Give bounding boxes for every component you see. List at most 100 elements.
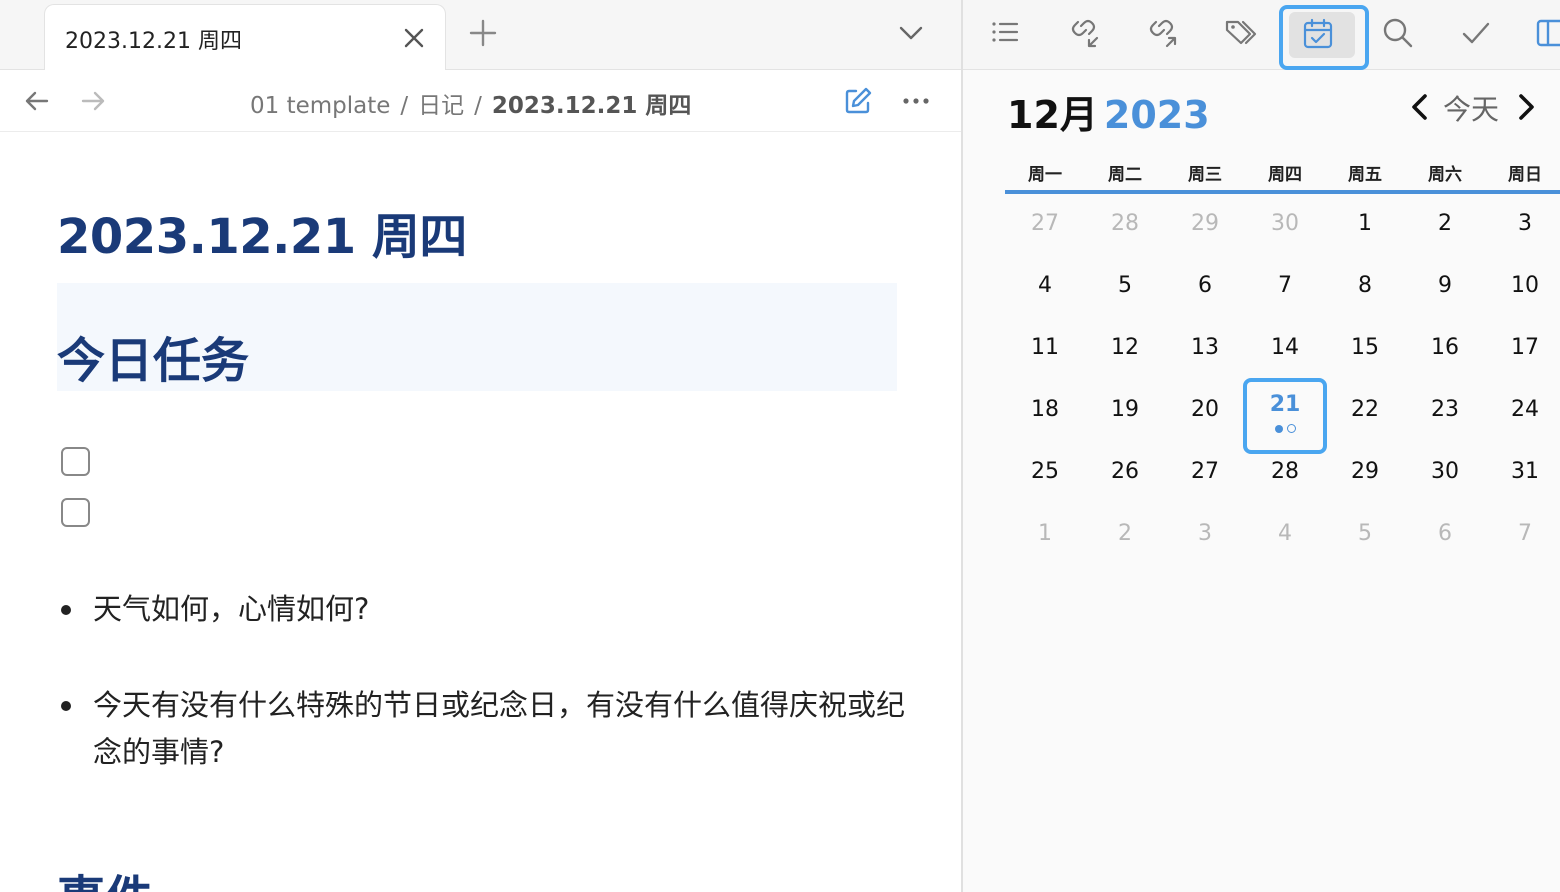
breadcrumb-current[interactable]: 2023.12.21 周四 [492,93,692,119]
weekday-label: 周日 [1508,165,1542,185]
day-number: 29 [1351,459,1379,484]
day-number: 2 [1118,521,1132,546]
sidebar-toggle-icon[interactable] [1529,10,1560,54]
forward-arrow-icon[interactable] [78,86,108,116]
task-checkbox[interactable] [61,498,90,527]
calendar-day[interactable]: 12 [1085,318,1165,380]
list-icon[interactable] [983,10,1027,54]
section-heading: 今日任务 [57,333,250,389]
calendar-day[interactable]: 7 [1485,504,1560,566]
breadcrumb-item-diary[interactable]: 日记 [418,93,464,119]
chevron-left-icon[interactable] [1405,90,1435,124]
chevron-down-icon[interactable] [896,18,926,48]
calendar-day[interactable]: 19 [1085,380,1165,442]
calendar-day[interactable]: 11 [1005,318,1085,380]
calendar-day[interactable]: 8 [1325,256,1405,318]
edit-mode-icon[interactable] [842,85,874,117]
calendar-month: 12月 [1007,93,1098,137]
calendar-day[interactable]: 10 [1485,256,1560,318]
day-number: 5 [1118,273,1132,298]
calendar-day[interactable]: 23 [1405,380,1485,442]
calendar-day[interactable]: 20 [1165,380,1245,442]
day-number: 27 [1031,211,1059,236]
day-number: 26 [1111,459,1139,484]
chevron-right-icon[interactable] [1511,90,1541,124]
more-options-icon[interactable] [900,85,932,117]
backlink-icon[interactable] [1061,10,1105,54]
calendar-icon[interactable] [1301,17,1335,51]
new-tab-icon[interactable] [466,16,500,50]
calendar-day[interactable]: 4 [1245,504,1325,566]
calendar-header: 12月 2023 [1007,84,1210,139]
next-section-heading[interactable]: 事件 [57,859,153,892]
calendar-day[interactable]: 27 [1005,194,1085,256]
outgoing-link-icon[interactable] [1139,10,1183,54]
calendar-day[interactable]: 9 [1405,256,1485,318]
tab-active[interactable]: 2023.12.21 周四 [44,4,446,71]
calendar-day[interactable]: 5 [1085,256,1165,318]
bullet-dot [61,605,71,615]
close-icon[interactable] [401,25,427,51]
day-number: 22 [1351,397,1379,422]
calendar-day[interactable]: 28 [1245,442,1325,504]
calendar-day[interactable]: 6 [1405,504,1485,566]
day-number: 11 [1031,335,1059,360]
calendar-day[interactable]: 22 [1325,380,1405,442]
day-number: 19 [1111,397,1139,422]
day-number: 7 [1278,273,1292,298]
calendar-day[interactable]: 29 [1325,442,1405,504]
list-item[interactable]: 天气如何，心情如何? [57,586,907,633]
calendar-day[interactable]: 5 [1325,504,1405,566]
calendar-day[interactable]: 7 [1245,256,1325,318]
calendar-day[interactable]: 16 [1405,318,1485,380]
document-content[interactable]: 2023.12.21 周四 今日任务 天气如何，心情如何? 今天有没有什么特殊的… [0,133,962,892]
breadcrumb-item-template[interactable]: 01 template [250,93,390,119]
check-icon[interactable] [1453,10,1497,54]
calendar-day[interactable]: 30 [1405,442,1485,504]
search-icon[interactable] [1375,10,1419,54]
back-arrow-icon[interactable] [22,86,52,116]
calendar-day[interactable]: 24 [1485,380,1560,442]
calendar-tab-highlight[interactable] [1279,5,1369,70]
day-number: 21 [1269,392,1301,417]
day-number: 14 [1271,335,1299,360]
today-button[interactable]: 今天 [1443,88,1499,128]
calendar-day[interactable]: 17 [1485,318,1560,380]
day-number: 7 [1518,521,1532,546]
calendar-day[interactable]: 28 [1085,194,1165,256]
day-number: 27 [1191,459,1219,484]
breadcrumb: 01 template / 日记 / 2023.12.21 周四 [250,86,691,120]
calendar-day[interactable]: 31 [1485,442,1560,504]
calendar-day[interactable]: 2 [1085,504,1165,566]
calendar-day[interactable]: 13 [1165,318,1245,380]
day-number: 29 [1191,211,1219,236]
weekday-header-row: 周一 周二 周三 周四 周五 周六 周日 [1005,152,1560,194]
list-item[interactable]: 今天有没有什么特殊的节日或纪念日，有没有什么值得庆祝或纪念的事情? [57,682,907,776]
calendar-day[interactable]: 3 [1485,194,1560,256]
calendar-day[interactable]: 15 [1325,318,1405,380]
calendar-day[interactable]: 2 [1405,194,1485,256]
day-number: 8 [1358,273,1372,298]
calendar-day[interactable]: 3 [1165,504,1245,566]
hollow-dot-icon [1286,424,1296,433]
calendar-day[interactable]: 26 [1085,442,1165,504]
calendar-day[interactable]: 1 [1325,194,1405,256]
tags-icon[interactable] [1217,10,1261,54]
task-checkbox[interactable] [61,447,90,476]
document-title[interactable]: 2023.12.21 周四 [57,197,467,267]
day-number: 23 [1431,397,1459,422]
calendar-day[interactable]: 14 [1245,318,1325,380]
calendar-day[interactable]: 6 [1165,256,1245,318]
calendar-day[interactable]: 1 [1005,504,1085,566]
calendar-day[interactable]: 25 [1005,442,1085,504]
calendar-day[interactable]: 29 [1165,194,1245,256]
section-heading-block[interactable]: 今日任务 [57,283,897,391]
day-number: 6 [1438,521,1452,546]
calendar-day[interactable]: 4 [1005,256,1085,318]
calendar-day[interactable]: 30 [1245,194,1325,256]
day-number: 17 [1511,335,1539,360]
calendar-day[interactable]: 18 [1005,380,1085,442]
weekday-label: 周二 [1108,165,1142,185]
day-number: 12 [1111,335,1139,360]
calendar-day[interactable]: 27 [1165,442,1245,504]
